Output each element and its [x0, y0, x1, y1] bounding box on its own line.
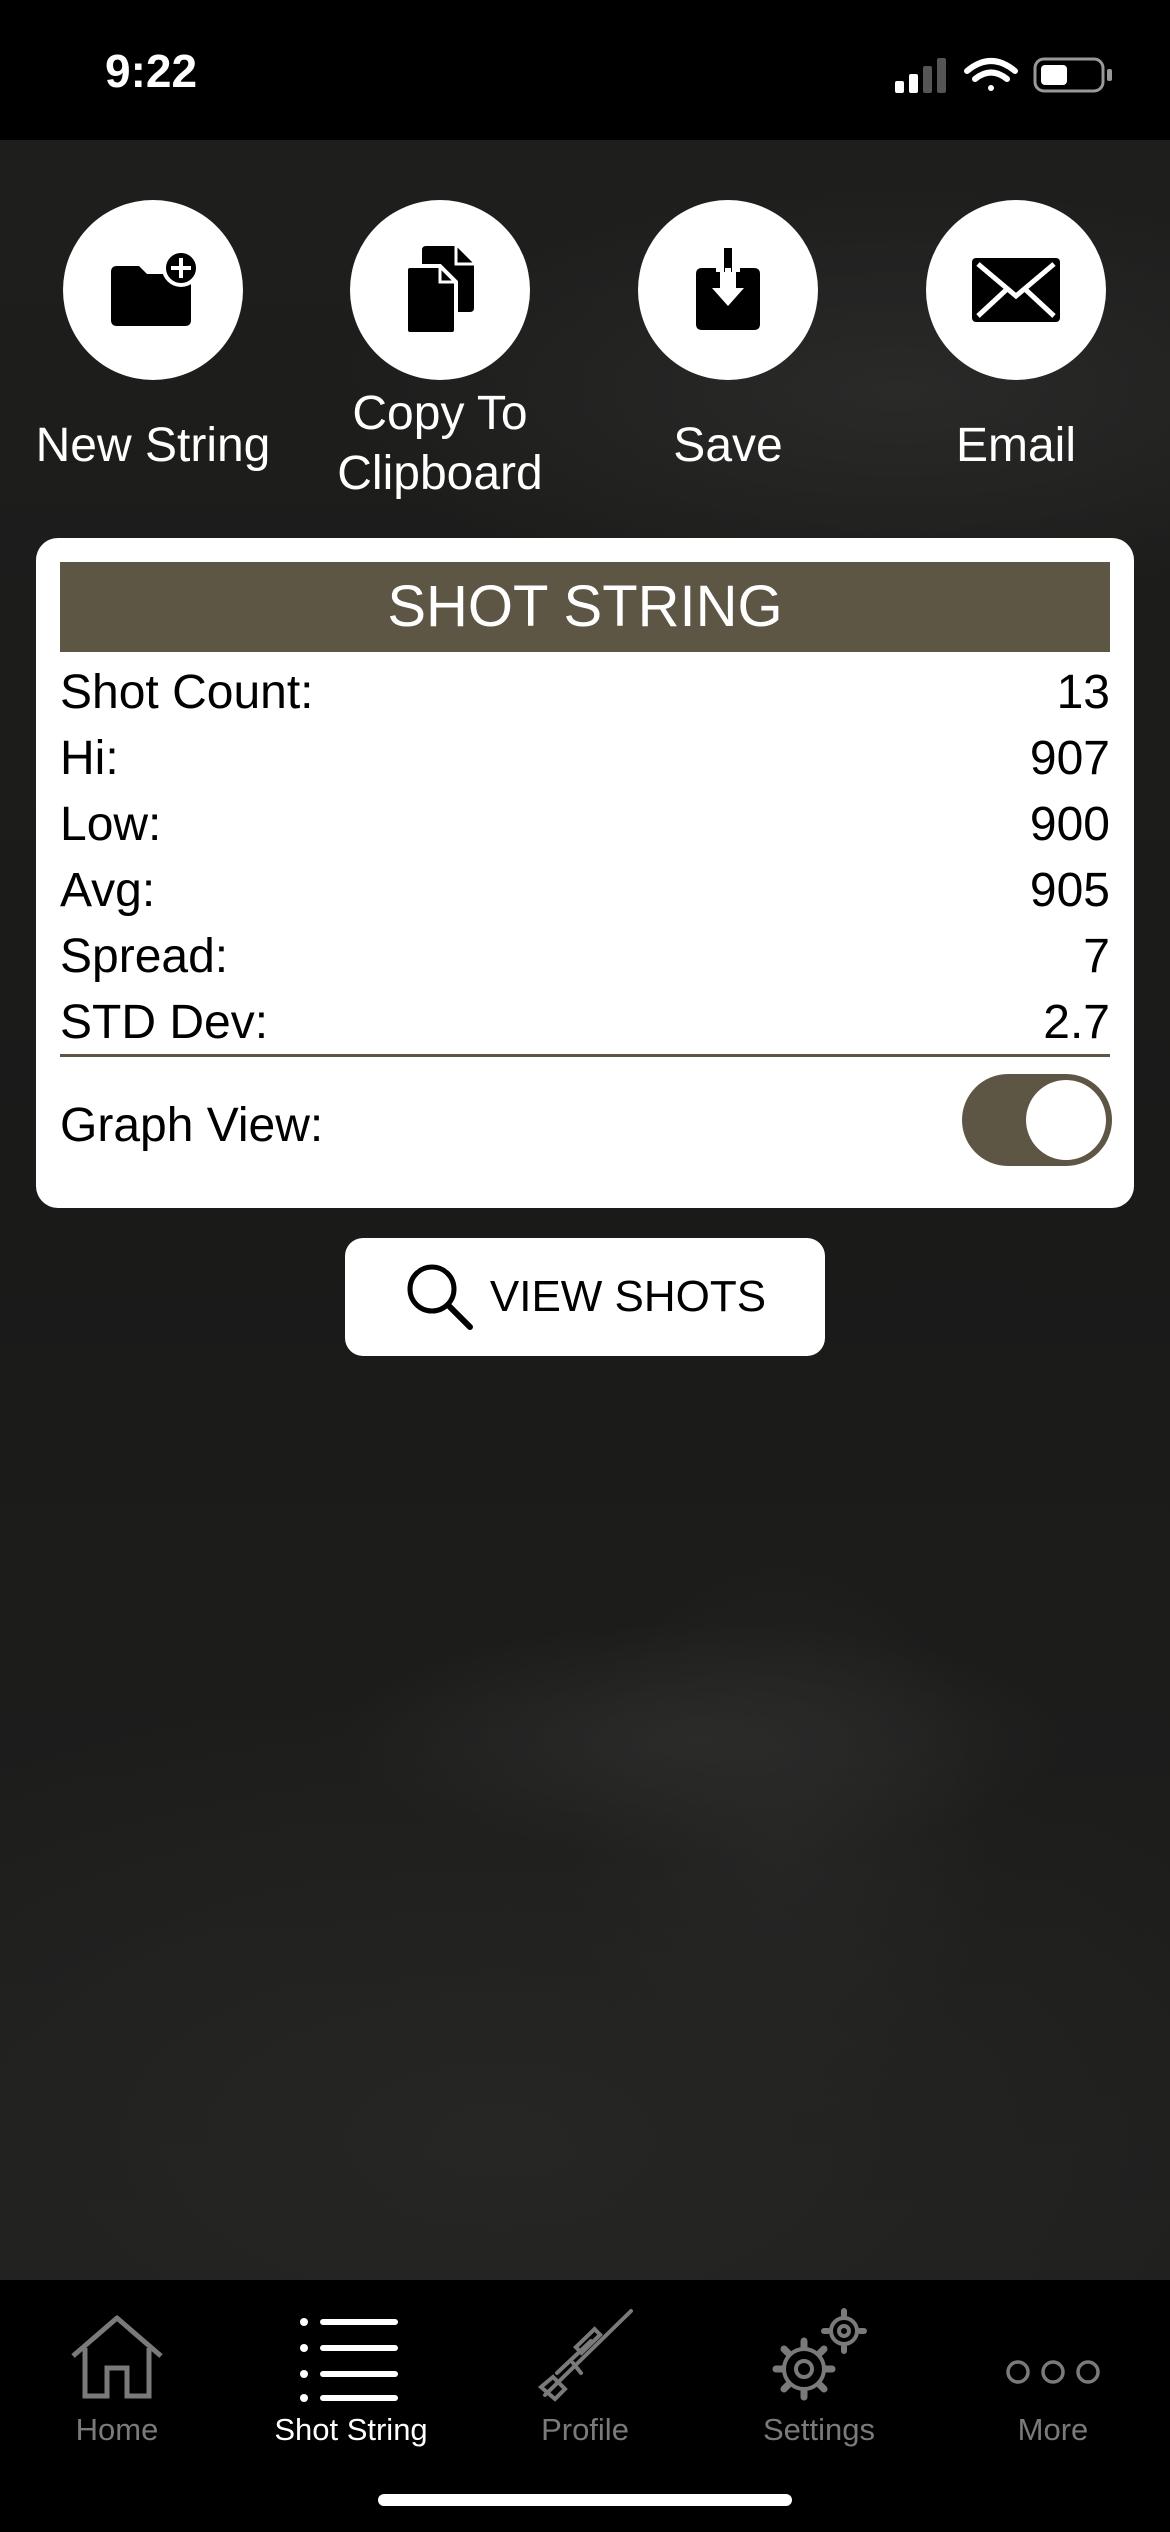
stat-value: 907: [1029, 731, 1110, 785]
toggle-knob: [1026, 1080, 1106, 1160]
view-shots-button[interactable]: VIEW SHOTS: [345, 1238, 825, 1356]
tab-home[interactable]: Home: [0, 2302, 234, 2448]
status-icons: [895, 55, 1115, 100]
save-label: Save: [673, 419, 783, 472]
tab-shot-string-label: Shot String: [274, 2412, 428, 2447]
tab-more[interactable]: More: [936, 2302, 1170, 2448]
cellular-signal-icon: [895, 58, 946, 93]
copy-to-clipboard-button[interactable]: Copy To Clipboard: [310, 200, 570, 504]
view-shots-label: VIEW SHOTS: [489, 1272, 767, 1321]
stat-label: Spread:: [60, 929, 229, 983]
copy-to-clipboard-label: Copy To Clipboard: [337, 387, 543, 500]
tab-more-label: More: [1017, 2412, 1089, 2447]
new-folder-icon: [63, 200, 243, 380]
card-title: SHOT STRING: [60, 562, 1110, 652]
stat-label: Low:: [60, 797, 162, 851]
stat-value: 2.7: [1043, 995, 1110, 1049]
tab-home-label: Home: [75, 2412, 159, 2447]
new-string-button[interactable]: New String: [23, 200, 283, 476]
stat-row-std-dev: STD Dev: 2.7: [60, 989, 1110, 1055]
home-icon: [0, 2302, 234, 2402]
rifle-icon: [468, 2302, 702, 2402]
graph-view-toggle[interactable]: [962, 1074, 1112, 1166]
battery-icon: [1033, 57, 1112, 93]
save-button[interactable]: Save: [598, 200, 858, 476]
tab-shot-string[interactable]: Shot String: [234, 2302, 468, 2448]
stat-label: STD Dev:: [60, 995, 269, 1049]
stat-row-low: Low: 900: [60, 791, 1110, 857]
stat-row-hi: Hi: 907: [60, 725, 1110, 791]
graph-view-label: Graph View:: [60, 1099, 324, 1152]
stat-label: Hi:: [60, 731, 119, 785]
card-divider: [60, 1054, 1110, 1057]
tab-settings[interactable]: Settings: [702, 2302, 936, 2448]
stat-row-spread: Spread: 7: [60, 923, 1110, 989]
gears-icon: [702, 2302, 936, 2402]
home-indicator: [378, 2494, 792, 2506]
status-time: 9:22: [105, 45, 198, 97]
status-bar: 9:22: [0, 0, 1170, 140]
search-icon: [407, 1264, 473, 1330]
stat-value: 7: [1083, 929, 1110, 983]
new-string-label: New String: [35, 419, 271, 472]
envelope-icon: [926, 200, 1106, 380]
shot-string-card: SHOT STRING Shot Count: 13 Hi: 907 Low: …: [36, 538, 1134, 1208]
stat-value: 13: [1056, 665, 1110, 719]
wifi-icon: [964, 58, 1018, 91]
email-button[interactable]: Email: [886, 200, 1146, 476]
stat-label: Shot Count:: [60, 665, 314, 719]
email-label: Email: [955, 419, 1077, 472]
save-download-icon: [638, 200, 818, 380]
tab-profile[interactable]: Profile: [468, 2302, 702, 2448]
stat-row-shot-count: Shot Count: 13: [60, 659, 1110, 725]
copy-icon: [350, 200, 530, 380]
stat-value: 905: [1029, 863, 1110, 917]
tab-settings-label: Settings: [762, 2412, 875, 2447]
stat-row-avg: Avg: 905: [60, 857, 1110, 923]
stat-label: Avg:: [60, 863, 156, 917]
more-dots-icon: [936, 2302, 1170, 2402]
stat-value: 900: [1029, 797, 1110, 851]
tab-profile-label: Profile: [541, 2412, 629, 2447]
list-icon: [234, 2302, 468, 2402]
